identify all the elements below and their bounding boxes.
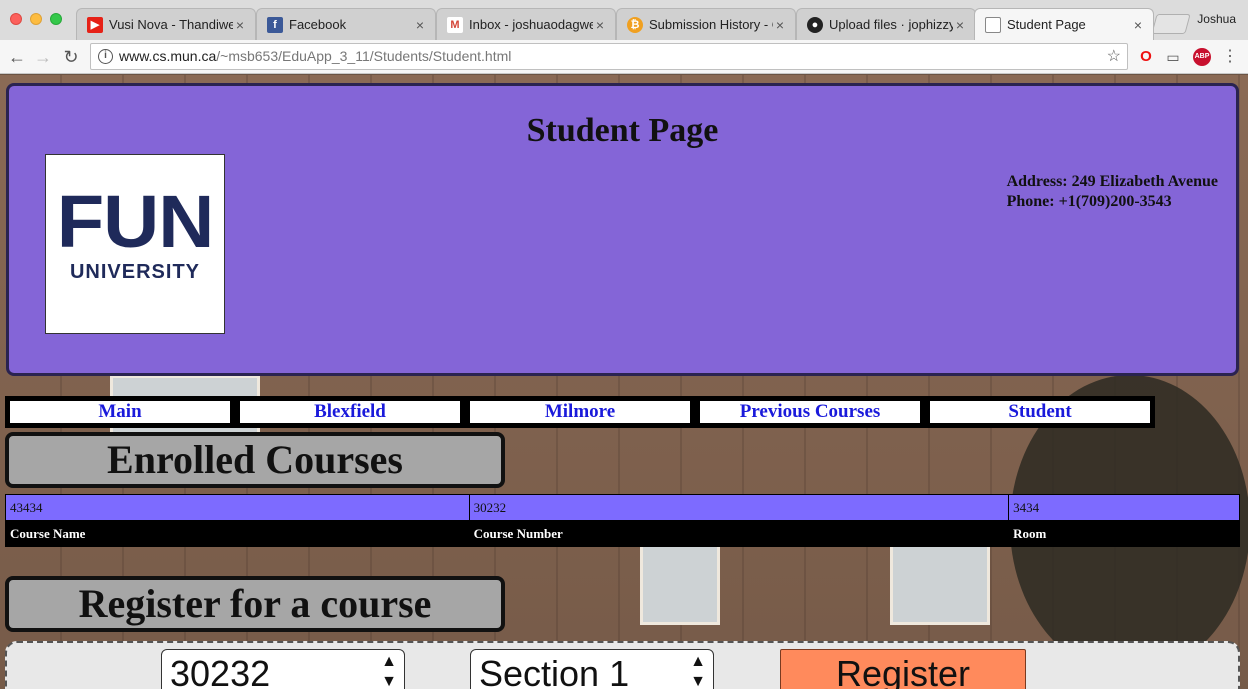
- select-arrows-icon: ▲ ▼: [381, 653, 397, 689]
- browser-tab[interactable]: M Inbox - joshuaodagwe ×: [436, 8, 616, 40]
- logo-text-university: UNIVERSITY: [69, 261, 201, 283]
- facebook-icon: f: [267, 16, 283, 33]
- column-header-course-name: Course Name: [5, 520, 470, 547]
- url-path: /~msb653/EduApp_3_11/Students/Student.ht…: [216, 48, 512, 64]
- close-tab-icon[interactable]: ×: [1131, 17, 1145, 33]
- browser-tab-active[interactable]: Student Page ×: [974, 8, 1154, 40]
- table-row: 43434 30232 3434: [5, 494, 1240, 521]
- nav-link-blexfield[interactable]: Blexfield: [240, 401, 460, 423]
- nav-link-main[interactable]: Main: [10, 401, 230, 423]
- tab-title: Student Page: [1007, 17, 1086, 32]
- tab-title: Upload files · jophizzy: [829, 17, 953, 32]
- register-button[interactable]: Register: [780, 649, 1026, 689]
- opera-icon[interactable]: O: [1138, 48, 1154, 66]
- bookmark-star-icon[interactable]: ☆: [1107, 44, 1121, 69]
- main-nav: Main Blexfield Milmore Previous Courses …: [5, 396, 1155, 428]
- address-text: Address: 249 Elizabeth Avenue: [1006, 173, 1218, 190]
- info-icon[interactable]: i: [98, 49, 113, 64]
- youtube-icon: ▶: [87, 16, 103, 33]
- browser-toolbar: ← → ↻ i www.cs.mun.ca/~msb653/EduApp_3_1…: [0, 40, 1248, 74]
- coin-icon: ₿: [627, 16, 643, 33]
- page-icon: [985, 16, 1001, 33]
- page-header: Student Page FUN UNIVERSITY Address: 249…: [6, 83, 1239, 376]
- university-logo: FUN UNIVERSITY: [45, 154, 225, 334]
- browser-tab-strip: ▶ Vusi Nova - Thandiwe × f Facebook × M …: [0, 0, 1248, 40]
- page-title: Student Page: [526, 112, 719, 149]
- close-tab-icon[interactable]: ×: [233, 17, 247, 33]
- column-header-room: Room: [1008, 520, 1240, 547]
- minimize-window-button[interactable]: [30, 13, 42, 25]
- browser-tab[interactable]: ₿ Submission History - C ×: [616, 8, 796, 40]
- tab-title: Vusi Nova - Thandiwe: [109, 17, 233, 32]
- enrolled-courses-heading: Enrolled Courses: [5, 432, 505, 488]
- nav-link-milmore[interactable]: Milmore: [470, 401, 690, 423]
- new-tab-button[interactable]: [1151, 14, 1191, 34]
- page-body: Student Page FUN UNIVERSITY Address: 249…: [0, 75, 1248, 689]
- table-cell: 43434: [5, 494, 470, 521]
- adblock-icon[interactable]: ABP: [1193, 48, 1211, 66]
- close-tab-icon[interactable]: ×: [953, 17, 967, 33]
- forward-arrow-icon[interactable]: →: [32, 46, 54, 68]
- address-bar[interactable]: i www.cs.mun.ca/~msb653/EduApp_3_11/Stud…: [90, 43, 1128, 70]
- close-window-button[interactable]: [10, 13, 22, 25]
- close-tab-icon[interactable]: ×: [413, 17, 427, 33]
- maximize-window-button[interactable]: [50, 13, 62, 25]
- close-tab-icon[interactable]: ×: [593, 17, 607, 33]
- profile-name[interactable]: Joshua: [1197, 12, 1236, 26]
- table-cell: 3434: [1008, 494, 1240, 521]
- tab-title: Submission History - C: [649, 17, 773, 32]
- browser-tab[interactable]: ▶ Vusi Nova - Thandiwe ×: [76, 8, 256, 40]
- url-host: www.cs.mun.ca: [119, 48, 217, 64]
- browser-tab[interactable]: ● Upload files · jophizzy ×: [796, 8, 976, 40]
- github-icon: ●: [807, 16, 823, 33]
- logo-text-fun: FUN: [56, 180, 215, 263]
- select-arrows-icon: ▲ ▼: [690, 653, 706, 689]
- column-header-course-number: Course Number: [468, 520, 1010, 547]
- enrolled-courses-table: 43434 30232 3434 Course Name Course Numb…: [5, 494, 1240, 547]
- cast-icon[interactable]: ▭: [1163, 48, 1183, 66]
- background-window: [640, 535, 720, 625]
- course-number-select[interactable]: 30232 ▲ ▼: [161, 649, 405, 689]
- gmail-icon: M: [447, 16, 463, 33]
- section-select-value: Section 1: [479, 653, 630, 689]
- contact-info: Address: 249 Elizabeth Avenue Phone: +1(…: [1007, 172, 1218, 212]
- section-select[interactable]: Section 1 ▲ ▼: [470, 649, 714, 689]
- table-header-row: Course Name Course Number Room: [5, 520, 1240, 547]
- menu-dots-icon[interactable]: ⋮: [1222, 48, 1238, 66]
- tab-title: Inbox - joshuaodagwe: [469, 17, 593, 32]
- background-window: [890, 535, 990, 625]
- table-cell: 30232: [468, 494, 1010, 521]
- close-tab-icon[interactable]: ×: [773, 17, 787, 33]
- phone-text: Phone: +1(709)200-3543: [1006, 193, 1172, 210]
- nav-link-student[interactable]: Student: [930, 401, 1150, 423]
- reload-icon[interactable]: ↻: [60, 46, 82, 68]
- register-form: 30232 ▲ ▼ Section 1 ▲ ▼ Register: [5, 641, 1240, 689]
- browser-tab[interactable]: f Facebook ×: [256, 8, 436, 40]
- back-arrow-icon[interactable]: ←: [6, 46, 28, 68]
- tab-title: Facebook: [289, 17, 347, 32]
- nav-link-previous-courses[interactable]: Previous Courses: [700, 401, 920, 423]
- register-course-heading: Register for a course: [5, 576, 505, 632]
- course-select-value: 30232: [170, 653, 271, 689]
